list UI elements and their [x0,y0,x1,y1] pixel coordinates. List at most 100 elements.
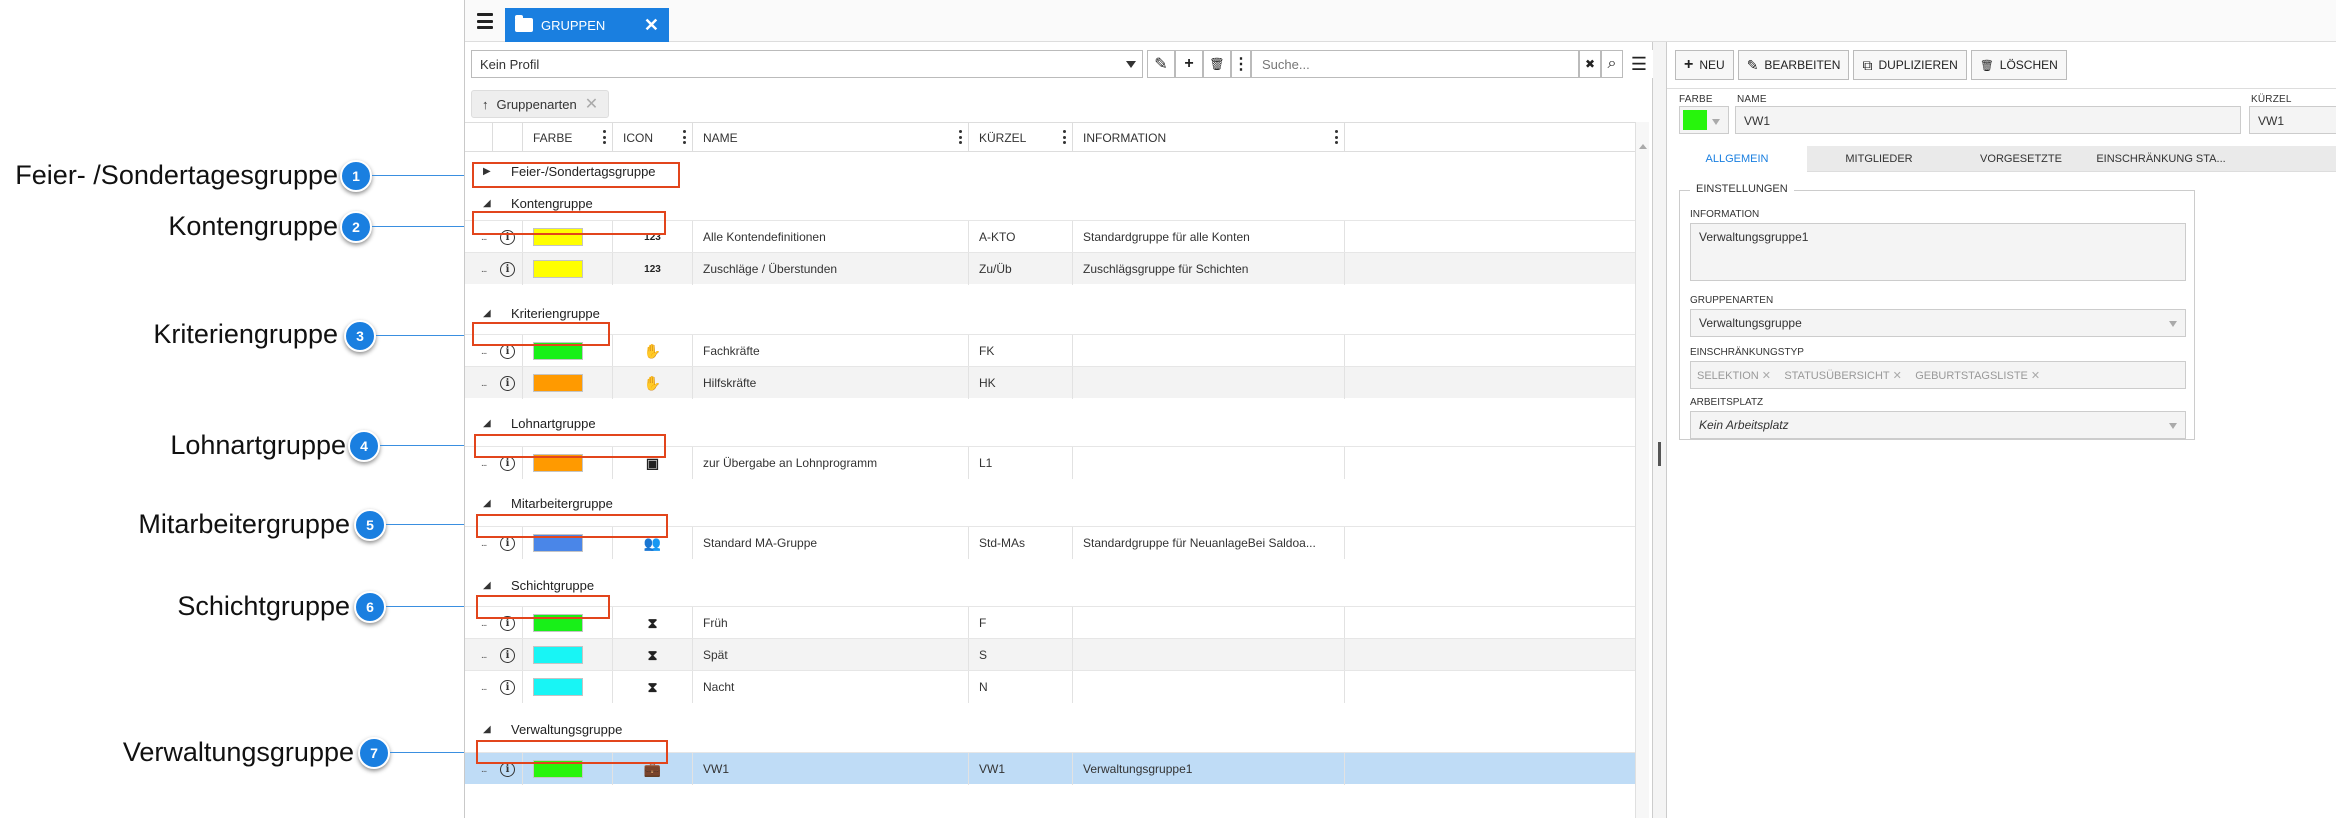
group-row-feiertag[interactable]: ▶ Feier-/Sondertagsgruppe [465,156,1635,188]
group-row-konten[interactable]: ◢ Kontengruppe [465,188,1635,220]
info-icon[interactable]: i [500,535,515,551]
pane-splitter[interactable] [1653,42,1667,818]
column-menu-icon[interactable] [959,130,962,144]
column-menu-icon[interactable] [603,130,606,144]
info-icon[interactable]: i [500,615,515,631]
group-row-verwaltung[interactable]: ◢ Verwaltungsgruppe [465,714,1635,746]
info-cell[interactable]: i [493,639,523,671]
tag-remove-icon[interactable]: ✕ [2031,370,2040,382]
info-cell[interactable]: i [493,221,523,253]
group-row-mitarbeiter[interactable]: ◢ Mitarbeitergruppe [465,488,1635,520]
tab-vorgesetzte[interactable]: VORGESETZTE [1951,146,2091,172]
expand-icon[interactable]: ▶ [483,166,491,177]
row-handle[interactable]: ... [481,650,487,661]
column-header-farbe[interactable]: FARBE [523,123,613,152]
group-by-chip[interactable]: ↑ Gruppenarten ✕ [471,90,610,118]
chip-close-icon[interactable]: ✕ [585,94,598,114]
info-cell[interactable]: i [493,367,523,399]
tag-remove-icon[interactable]: ✕ [1893,370,1902,382]
splitter-handle[interactable] [1658,442,1661,466]
einschraenkungstyp-multiselect[interactable]: SELEKTION ✕ STATUSÜBERSICHT ✕ GEBURTSTAGSL… [1690,361,2186,389]
collapse-icon[interactable]: ◢ [483,308,491,319]
row-handle[interactable]: ... [481,682,487,693]
row-handle[interactable]: ... [481,378,487,389]
collapse-icon[interactable]: ◢ [483,418,491,429]
group-row-kriterien[interactable]: ◢ Kriteriengruppe [465,298,1635,330]
add-profile-button[interactable]: + [1175,50,1203,78]
info-cell[interactable]: i [493,447,523,479]
new-button[interactable]: + NEU [1675,50,1734,80]
duplicate-button[interactable]: ⧉ DUPLIZIEREN [1853,50,1967,80]
scroll-up-icon[interactable] [1639,144,1647,149]
column-menu-icon[interactable] [683,130,686,144]
column-menu-icon[interactable] [1335,130,1338,144]
info-icon[interactable]: i [500,229,515,245]
collapse-icon[interactable]: ◢ [483,498,491,509]
tab-close-icon[interactable]: ✕ [644,15,659,36]
table-row[interactable]: ... i ▣ zur Übergabe an Lohnprogramm L1 [465,446,1635,479]
row-handle[interactable]: ... [481,458,487,469]
table-row[interactable]: ... i 👥 Standard MA-Gruppe Std-MAs Stand… [465,526,1635,559]
table-row[interactable]: ... i ⧗ Nacht N [465,670,1635,703]
tab-gruppen[interactable]: GRUPPEN ✕ [505,8,669,42]
row-handle[interactable]: ... [481,346,487,357]
vertical-scrollbar[interactable] [1635,122,1649,818]
tab-mitglieder[interactable]: MITGLIEDER [1807,146,1951,172]
info-cell[interactable]: i [493,335,523,367]
tab-einschraenkung[interactable]: EINSCHRÄNKUNG STA... [2091,146,2231,172]
arbeitsplatz-select[interactable]: Kein Arbeitsplatz [1690,411,2186,439]
grid-menu-button[interactable]: ☰ [1625,50,1653,78]
main-menu-icon[interactable] [473,10,497,32]
delete-profile-button[interactable]: 🗑 [1203,50,1231,78]
row-handle[interactable]: ... [481,232,487,243]
column-header-information[interactable]: INFORMATION [1073,123,1345,152]
profile-select[interactable]: Kein Profil [471,50,1143,78]
table-row-selected[interactable]: ... i 💼 VW1 VW1 Verwaltungsgruppe1 [465,752,1635,785]
column-header-kuerzel[interactable]: KÜRZEL [969,123,1073,152]
name-field[interactable]: VW1 [1735,106,2241,134]
group-row-lohnart[interactable]: ◢ Lohnartgruppe [465,408,1635,440]
table-row[interactable]: ... i ✋ Fachkräfte FK [465,334,1635,367]
row-handle[interactable]: ... [481,264,487,275]
edit-profile-button[interactable]: ✎ [1147,50,1175,78]
tab-allgemein[interactable]: ALLGEMEIN [1667,146,1807,172]
column-header-icon[interactable]: ICON [613,123,693,152]
info-icon[interactable]: i [500,343,515,359]
gruppenarten-select[interactable]: Verwaltungsgruppe [1690,309,2186,337]
row-handle[interactable]: ... [481,538,487,549]
table-row[interactable]: ... i 123 Alle Kontendefinitionen A-KTO … [465,220,1635,253]
info-icon[interactable]: i [500,679,515,695]
column-options-button[interactable]: ⋮ [1231,50,1251,78]
info-cell[interactable]: i [493,253,523,285]
info-cell[interactable]: i [493,753,523,785]
info-cell[interactable]: i [493,527,523,559]
color-picker[interactable] [1679,106,1729,134]
collapse-icon[interactable]: ◢ [483,580,491,591]
info-icon[interactable]: i [500,375,515,391]
information-textarea[interactable]: Verwaltungsgruppe1 [1690,223,2186,281]
info-icon[interactable]: i [500,647,515,663]
group-row-schicht[interactable]: ◢ Schichtgruppe [465,570,1635,602]
column-header-name[interactable]: NAME [693,123,969,152]
kuerzel-field[interactable]: VW1 [2249,106,2336,134]
table-row[interactable]: ... i ✋ Hilfskräfte HK [465,366,1635,399]
delete-button[interactable]: 🗑 LÖSCHEN [1970,50,2067,80]
row-handle[interactable]: ... [481,618,487,629]
row-handle[interactable]: ... [481,764,487,775]
info-cell[interactable]: i [493,607,523,639]
clear-search-button[interactable]: ✖ [1579,50,1601,78]
collapse-icon[interactable]: ◢ [483,198,491,209]
search-button[interactable]: ⌕ [1601,50,1623,78]
info-icon[interactable]: i [500,261,515,277]
tag-remove-icon[interactable]: ✕ [1762,370,1771,382]
collapse-icon[interactable]: ◢ [483,724,491,735]
search-input[interactable]: Suche... [1251,50,1579,78]
column-menu-icon[interactable] [1063,130,1066,144]
table-row[interactable]: ... i 123 Zuschläge / Überstunden Zu/Üb … [465,252,1635,285]
edit-button[interactable]: ✎ BEARBEITEN [1737,50,1850,80]
info-icon[interactable]: i [500,455,515,471]
info-icon[interactable]: i [500,761,515,777]
info-cell[interactable]: i [493,671,523,703]
table-row[interactable]: ... i ⧗ Spät S [465,638,1635,671]
table-row[interactable]: ... i ⧗ Früh F [465,606,1635,639]
